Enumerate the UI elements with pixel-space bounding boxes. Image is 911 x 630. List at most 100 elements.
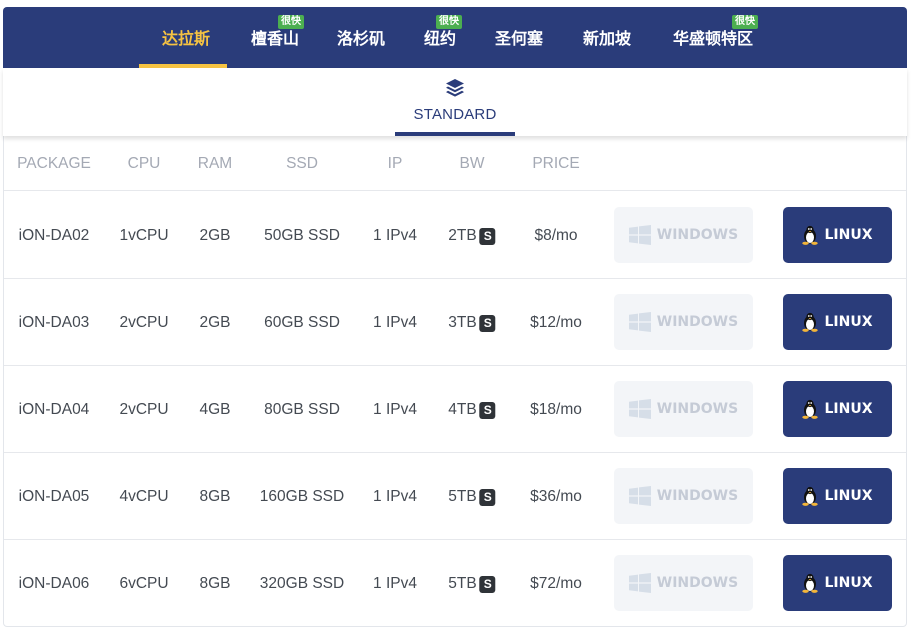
linux-tux-icon bbox=[802, 225, 819, 245]
linux-button[interactable]: LINUX bbox=[783, 555, 892, 611]
linux-label: LINUX bbox=[824, 401, 873, 417]
tab-los-angeles[interactable]: 洛杉矶 bbox=[317, 7, 405, 68]
column-header: SSD bbox=[286, 155, 318, 172]
bandwidth-amount: 3TB bbox=[448, 314, 477, 331]
linux-tux-icon bbox=[802, 573, 819, 593]
windows-label: WINDOWS bbox=[656, 575, 739, 591]
price-value: $36/mo bbox=[530, 488, 582, 505]
row-divider bbox=[4, 278, 906, 279]
package-name: iON-DA06 bbox=[18, 575, 90, 592]
bandwidth-badge: S bbox=[479, 488, 496, 506]
coming-soon-badge: 很快 bbox=[278, 15, 304, 29]
ram-value: 2GB bbox=[199, 227, 231, 244]
linux-label: LINUX bbox=[824, 227, 873, 243]
ip-value: 1 IPv4 bbox=[373, 575, 417, 592]
cpu-value: 1vCPU bbox=[119, 227, 169, 244]
ram-value: 4GB bbox=[199, 401, 231, 418]
windows-label: WINDOWS bbox=[656, 401, 739, 417]
linux-button[interactable]: LINUX bbox=[783, 468, 892, 524]
row-divider bbox=[4, 365, 906, 366]
package-name: iON-DA04 bbox=[18, 401, 90, 418]
ip-value: 1 IPv4 bbox=[373, 314, 417, 331]
tab-san-jose[interactable]: 圣何塞 bbox=[475, 7, 563, 68]
bandwidth-value: 5TB S bbox=[448, 575, 496, 593]
tab-honolulu[interactable]: 檀香山 很快 bbox=[233, 7, 317, 68]
column-header: PRICE bbox=[532, 155, 580, 172]
windows-icon bbox=[628, 399, 651, 419]
bandwidth-value: 4TB S bbox=[448, 401, 496, 419]
coming-soon-badge: 很快 bbox=[732, 15, 758, 29]
ssd-value: 50GB SSD bbox=[264, 227, 340, 244]
bandwidth-badge: S bbox=[479, 227, 496, 245]
row-divider bbox=[4, 539, 906, 540]
row-divider bbox=[4, 190, 906, 191]
cpu-value: 2vCPU bbox=[119, 401, 169, 418]
linux-label: LINUX bbox=[824, 488, 873, 504]
linux-tux-icon bbox=[802, 312, 819, 332]
ip-value: 1 IPv4 bbox=[373, 227, 417, 244]
column-header: PACKAGE bbox=[17, 155, 91, 172]
plan-type-tabs: STANDARD bbox=[3, 68, 907, 136]
windows-button[interactable]: WINDOWS bbox=[614, 468, 753, 524]
bandwidth-amount: 4TB bbox=[448, 401, 477, 418]
layers-icon bbox=[446, 79, 464, 97]
location-tabs: 达拉斯 檀香山 很快 洛杉矶 纽约 很快 圣何塞 新加坡 华盛顿特区 很快 bbox=[3, 7, 907, 68]
bandwidth-badge: S bbox=[479, 575, 496, 593]
bandwidth-value: 5TB S bbox=[448, 488, 496, 506]
ip-value: 1 IPv4 bbox=[373, 488, 417, 505]
ssd-value: 320GB SSD bbox=[259, 575, 345, 592]
ssd-value: 60GB SSD bbox=[264, 314, 340, 331]
linux-button[interactable]: LINUX bbox=[783, 381, 892, 437]
cpu-value: 4vCPU bbox=[119, 488, 169, 505]
linux-tux-icon bbox=[802, 399, 819, 419]
bandwidth-value: 2TB S bbox=[448, 227, 496, 245]
ssd-value: 160GB SSD bbox=[259, 488, 345, 505]
ssd-value: 80GB SSD bbox=[264, 401, 340, 418]
bandwidth-amount: 5TB bbox=[448, 488, 477, 505]
linux-label: LINUX bbox=[824, 575, 873, 591]
cpu-value: 6vCPU bbox=[119, 575, 169, 592]
tab-dallas[interactable]: 达拉斯 bbox=[139, 7, 233, 68]
ip-value: 1 IPv4 bbox=[373, 401, 417, 418]
tab-label: 洛杉矶 bbox=[336, 28, 385, 48]
linux-button[interactable]: LINUX bbox=[783, 294, 892, 350]
windows-icon bbox=[628, 312, 651, 332]
column-header: RAM bbox=[197, 155, 233, 172]
column-header: CPU bbox=[127, 155, 161, 172]
windows-label: WINDOWS bbox=[656, 488, 739, 504]
bandwidth-amount: 2TB bbox=[448, 227, 477, 244]
tab-singapore[interactable]: 新加坡 bbox=[563, 7, 651, 68]
tab-washington-dc[interactable]: 华盛顿特区 很快 bbox=[651, 7, 775, 68]
cpu-value: 2vCPU bbox=[119, 314, 169, 331]
active-tab-indicator bbox=[395, 132, 515, 136]
tab-label: STANDARD bbox=[413, 106, 497, 123]
price-value: $12/mo bbox=[530, 314, 582, 331]
ram-value: 8GB bbox=[199, 575, 231, 592]
windows-icon bbox=[628, 573, 651, 593]
tab-standard[interactable]: STANDARD bbox=[395, 68, 515, 136]
windows-button[interactable]: WINDOWS bbox=[614, 555, 753, 611]
windows-button[interactable]: WINDOWS bbox=[614, 294, 753, 350]
price-value: $8/mo bbox=[534, 227, 578, 244]
bandwidth-badge: S bbox=[479, 314, 496, 332]
tab-label: 达拉斯 bbox=[161, 28, 210, 48]
column-header: IP bbox=[387, 155, 403, 172]
bandwidth-badge: S bbox=[479, 401, 496, 419]
coming-soon-badge: 很快 bbox=[436, 15, 462, 29]
windows-button[interactable]: WINDOWS bbox=[614, 381, 753, 437]
windows-icon bbox=[628, 486, 651, 506]
bandwidth-amount: 5TB bbox=[448, 575, 477, 592]
windows-icon bbox=[628, 225, 651, 245]
tab-label: 圣何塞 bbox=[494, 28, 543, 48]
tab-new-york[interactable]: 纽约 很快 bbox=[405, 7, 475, 68]
package-name: iON-DA02 bbox=[18, 227, 90, 244]
bandwidth-value: 3TB S bbox=[448, 314, 496, 332]
tab-label: 新加坡 bbox=[582, 28, 631, 48]
linux-button[interactable]: LINUX bbox=[783, 207, 892, 263]
ram-value: 8GB bbox=[199, 488, 231, 505]
windows-button[interactable]: WINDOWS bbox=[614, 207, 753, 263]
package-name: iON-DA03 bbox=[18, 314, 90, 331]
linux-tux-icon bbox=[802, 486, 819, 506]
price-value: $72/mo bbox=[530, 575, 582, 592]
linux-label: LINUX bbox=[824, 314, 873, 330]
